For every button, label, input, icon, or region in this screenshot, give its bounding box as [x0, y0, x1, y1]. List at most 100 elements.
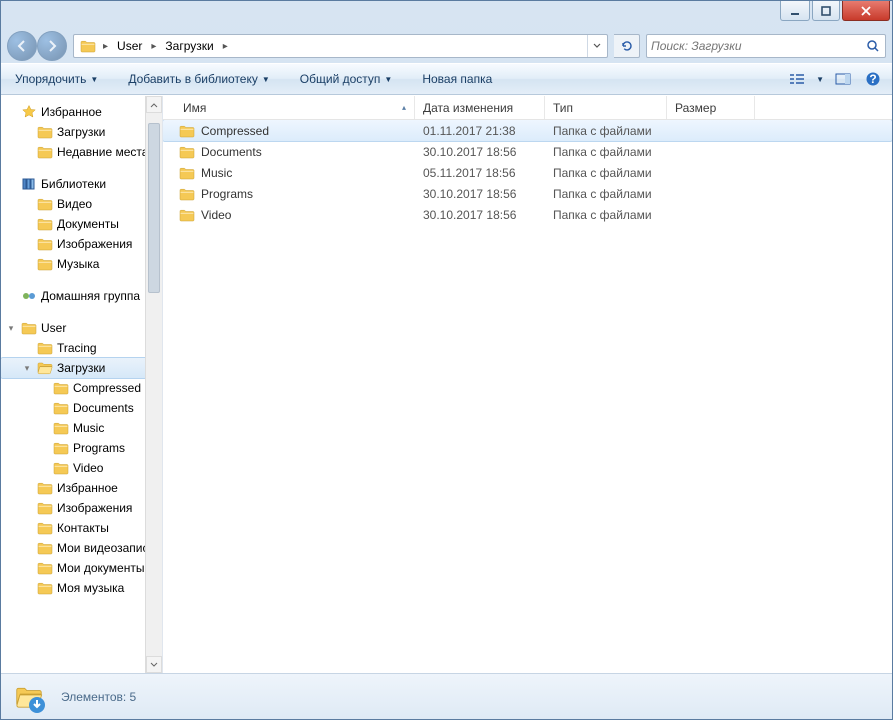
share-button[interactable]: Общий доступ ▼ — [294, 69, 399, 89]
tree-libraries[interactable]: Библиотеки — [1, 174, 162, 194]
breadcrumb-separator-icon[interactable]: ▸ — [100, 41, 111, 52]
close-button[interactable] — [842, 1, 890, 21]
navigation-tree[interactable]: ИзбранноеЗагрузкиНедавние местаБиблиотек… — [1, 96, 163, 673]
tree-downloads-child[interactable]: Compressed — [1, 378, 162, 398]
folder-icon — [37, 144, 53, 160]
file-row[interactable]: Video30.10.2017 18:56Папка с файлами — [163, 204, 892, 225]
breadcrumb-dropdown[interactable] — [587, 35, 605, 57]
tree-item-label: Домашняя группа — [41, 289, 140, 303]
homegroup-icon — [21, 288, 37, 304]
tree-user-item[interactable]: Мои документы — [1, 558, 162, 578]
help-icon: ? — [865, 71, 881, 87]
file-row[interactable]: Compressed01.11.2017 21:38Папка с файлам… — [163, 120, 892, 141]
tree-user-item[interactable]: Tracing — [1, 338, 162, 358]
file-date: 30.10.2017 18:56 — [415, 145, 545, 159]
help-button[interactable]: ? — [862, 68, 884, 90]
breadcrumb-segment[interactable]: Загрузки — [159, 35, 219, 57]
tree-user-item[interactable]: Изображения — [1, 498, 162, 518]
column-name-label: Имя — [183, 101, 206, 115]
breadcrumb[interactable]: ▸User▸Загрузки▸ — [73, 34, 608, 58]
maximize-icon — [821, 6, 831, 16]
refresh-button[interactable] — [614, 34, 640, 58]
view-options-button[interactable] — [786, 68, 808, 90]
folder-icon — [37, 340, 53, 356]
folder-icon — [179, 207, 195, 223]
scroll-thumb[interactable] — [148, 123, 160, 293]
tree-item-label: Моя музыка — [57, 581, 124, 595]
folder-icon — [37, 196, 53, 212]
file-list: Имя ▴ Дата изменения Тип Размер Compresse… — [163, 96, 892, 673]
breadcrumb-separator-icon[interactable]: ▸ — [220, 41, 231, 52]
file-row[interactable]: Music05.11.2017 18:56Папка с файлами — [163, 162, 892, 183]
scroll-up-button[interactable] — [146, 96, 162, 113]
tree-item-label: Документы — [57, 217, 119, 231]
tree-library-item[interactable]: Документы — [1, 214, 162, 234]
folder-icon — [37, 124, 53, 140]
nav-bar: ▸User▸Загрузки▸ — [1, 29, 892, 63]
expand-icon[interactable]: ▾ — [5, 323, 17, 334]
svg-text:?: ? — [869, 72, 876, 86]
toolbar: Упорядочить ▼ Добавить в библиотеку ▼ Об… — [1, 63, 892, 95]
column-name[interactable]: Имя ▴ — [163, 96, 415, 119]
tree-user-item[interactable]: Избранное — [1, 478, 162, 498]
organize-button[interactable]: Упорядочить ▼ — [9, 69, 104, 89]
search-input[interactable] — [651, 39, 865, 53]
column-type[interactable]: Тип — [545, 96, 667, 119]
tree-library-item[interactable]: Музыка — [1, 254, 162, 274]
folder-icon — [179, 186, 195, 202]
tree-user-item[interactable]: Мои видеозаписи — [1, 538, 162, 558]
tree-downloads-child[interactable]: Documents — [1, 398, 162, 418]
folder-open-icon — [37, 360, 53, 376]
sort-indicator-icon: ▴ — [402, 103, 406, 112]
minimize-button[interactable] — [780, 1, 810, 21]
preview-pane-button[interactable] — [832, 68, 854, 90]
maximize-button[interactable] — [812, 1, 840, 21]
tree-library-item[interactable]: Видео — [1, 194, 162, 214]
expand-icon[interactable]: ▾ — [21, 363, 33, 374]
file-row[interactable]: Documents30.10.2017 18:56Папка с файлами — [163, 141, 892, 162]
tree-user[interactable]: ▾User — [1, 318, 162, 338]
tree-downloads[interactable]: ▾Загрузки — [1, 358, 162, 378]
scroll-down-button[interactable] — [146, 656, 162, 673]
file-name: Programs — [201, 187, 253, 201]
tree-item-label: Programs — [73, 441, 125, 455]
column-date[interactable]: Дата изменения — [415, 96, 545, 119]
tree-favorites[interactable]: Избранное — [1, 102, 162, 122]
tree-item-label: Недавние места — [57, 145, 148, 159]
tree-user-item[interactable]: Контакты — [1, 518, 162, 538]
chevron-up-icon — [150, 101, 158, 109]
library-icon — [21, 176, 37, 192]
tree-favorites-item[interactable]: Недавние места — [1, 142, 162, 162]
tree-library-item[interactable]: Изображения — [1, 234, 162, 254]
tree-homegroup[interactable]: Домашняя группа — [1, 286, 162, 306]
tree-item-label: Tracing — [57, 341, 97, 355]
search-icon — [865, 39, 881, 53]
tree-favorites-item[interactable]: Загрузки — [1, 122, 162, 142]
tree-user-item[interactable]: Моя музыка — [1, 578, 162, 598]
scroll-track[interactable] — [146, 113, 162, 656]
tree-downloads-child[interactable]: Music — [1, 418, 162, 438]
tree-item-label: Контакты — [57, 521, 109, 535]
folder-icon — [37, 216, 53, 232]
search-box[interactable] — [646, 34, 886, 58]
forward-button[interactable] — [37, 31, 67, 61]
column-type-label: Тип — [553, 101, 573, 115]
explorer-window: ▸User▸Загрузки▸ Упорядочить ▼ Добавить в… — [0, 0, 893, 720]
breadcrumb-segment[interactable]: User — [111, 35, 148, 57]
column-size[interactable]: Размер — [667, 96, 755, 119]
include-in-library-button[interactable]: Добавить в библиотеку ▼ — [122, 69, 275, 89]
tree-downloads-child[interactable]: Video — [1, 458, 162, 478]
tree-item-label: Библиотеки — [41, 177, 106, 191]
status-bar: Элементов: 5 — [1, 673, 892, 719]
tree-downloads-child[interactable]: Programs — [1, 438, 162, 458]
new-folder-button[interactable]: Новая папка — [416, 69, 498, 89]
tree-item-label: Video — [73, 461, 103, 475]
tree-scrollbar[interactable] — [145, 96, 162, 673]
back-button[interactable] — [7, 31, 37, 61]
breadcrumb-separator-icon[interactable]: ▸ — [148, 41, 159, 52]
file-type: Папка с файлами — [545, 187, 667, 201]
new-folder-label: Новая папка — [422, 72, 492, 86]
folder-icon — [80, 38, 96, 54]
file-row[interactable]: Programs30.10.2017 18:56Папка с файлами — [163, 183, 892, 204]
tree-item-label: Изображения — [57, 237, 132, 251]
